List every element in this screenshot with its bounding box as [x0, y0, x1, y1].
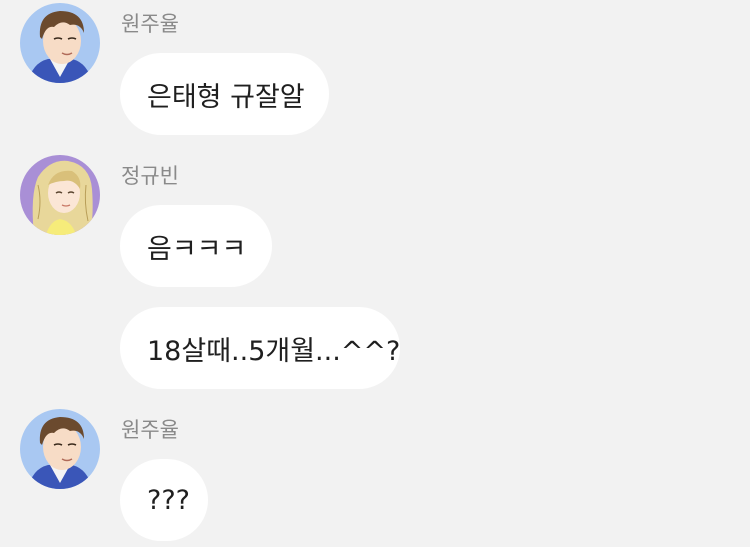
sender-name: 원주율	[121, 418, 179, 442]
message-bubble[interactable]: 음ㅋㅋㅋ	[120, 205, 272, 287]
sender-name: 원주율	[121, 12, 179, 36]
message-bubble[interactable]: 18살때..5개월...^^?	[120, 307, 400, 389]
sender-name: 정규빈	[121, 164, 179, 188]
chat-thread: 원주율 은태형 규잘알 정규빈 음ㅋㅋㅋ 18살때..5개월...^^? 원주율…	[0, 0, 750, 547]
female-character-avatar[interactable]	[20, 155, 100, 235]
male-character-avatar[interactable]	[20, 3, 100, 83]
message-bubble[interactable]: 은태형 규잘알	[120, 53, 329, 135]
male-character-avatar[interactable]	[20, 409, 100, 489]
message-bubble[interactable]: ???	[120, 459, 208, 541]
